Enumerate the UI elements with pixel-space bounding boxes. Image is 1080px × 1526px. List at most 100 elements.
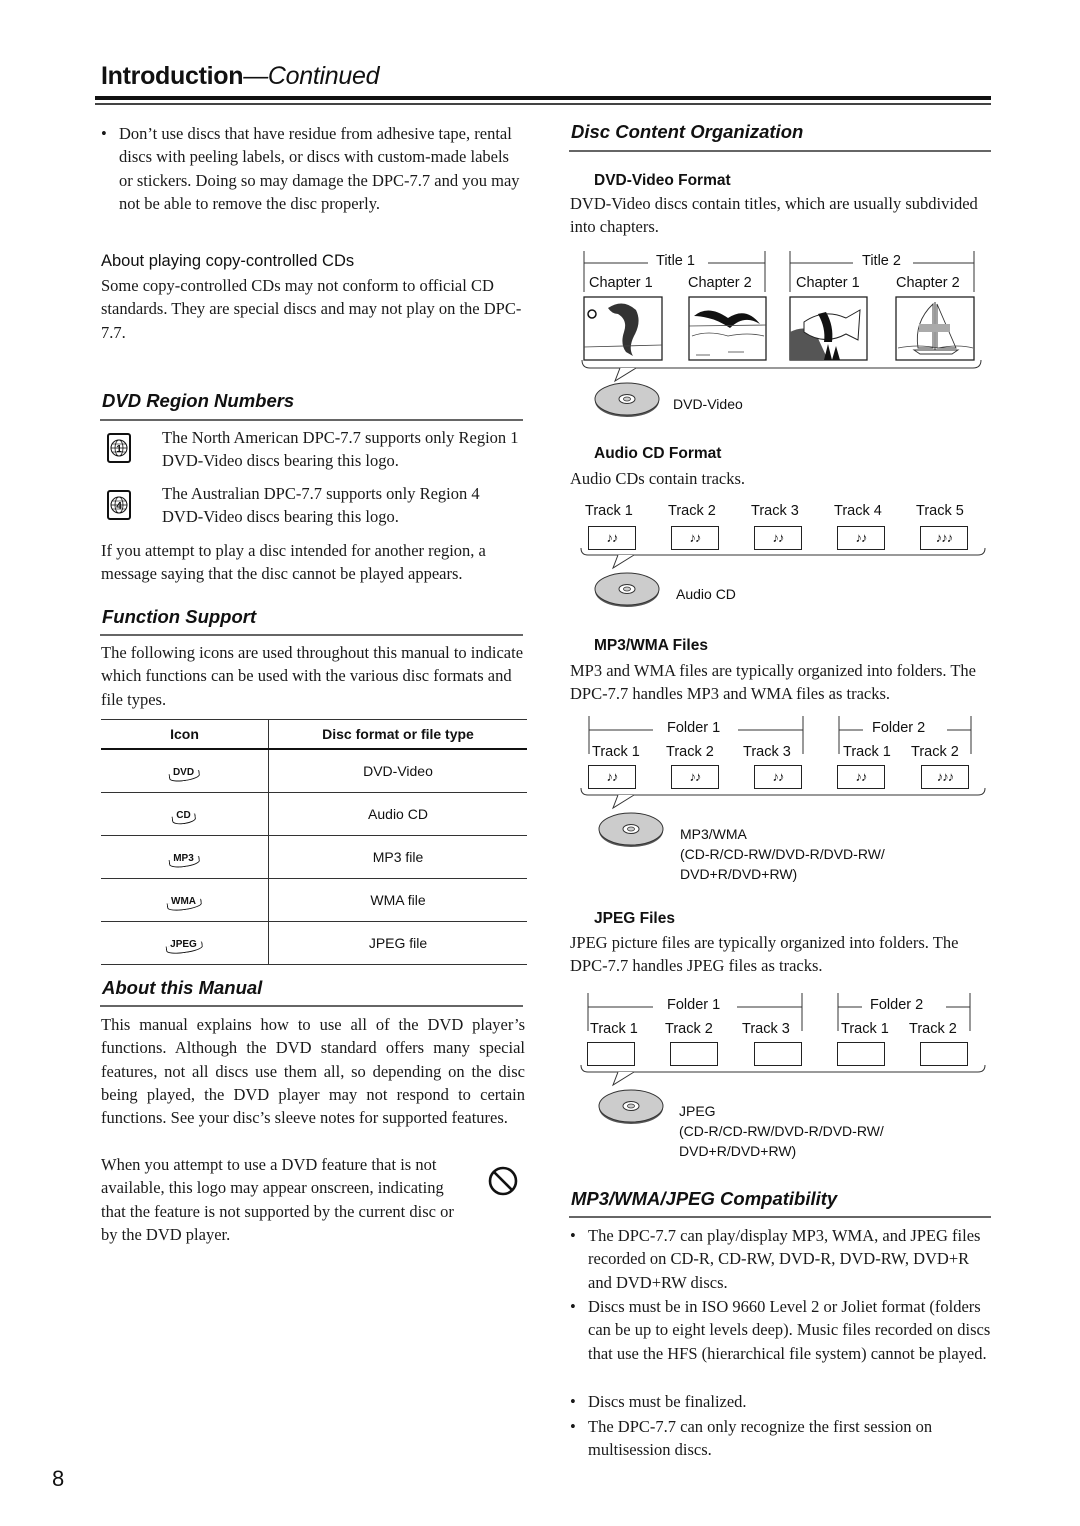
bullet-dot: • <box>101 124 107 143</box>
jpeg-image-box <box>754 1042 802 1066</box>
svg-text:4: 4 <box>116 501 122 512</box>
section-heading-disc-content: Disc Content Organization <box>571 121 804 142</box>
dvd-format-heading: DVD-Video Format <box>594 172 731 189</box>
track-label: Track 1 <box>843 744 891 760</box>
bullet-dot: • <box>570 1297 576 1316</box>
music-notes-icon: ♪♪♪ <box>921 765 969 789</box>
folder-label: Folder 1 <box>667 720 721 736</box>
track-label: Track 2 <box>668 503 716 519</box>
track-label: Track 2 <box>666 744 714 760</box>
prohibited-logo-text: When you attempt to use a DVD feature th… <box>101 1155 454 1244</box>
section-rule <box>100 419 523 421</box>
compat-bullet-text: Discs must be finalized. <box>588 1392 747 1411</box>
jpeg-text: JPEG picture files are typically organiz… <box>570 933 959 976</box>
section-heading-compatibility: MP3/WMA/JPEG Compatibility <box>571 1188 838 1209</box>
jpeg-image-box <box>670 1042 718 1066</box>
track-label: Track 3 <box>743 744 791 760</box>
jpeg-image-box <box>837 1042 885 1066</box>
table-row: DVD DVD-Video <box>101 749 527 793</box>
mp3-wma-heading: MP3/WMA Files <box>594 637 708 654</box>
copy-controlled-text: Some copy-controlled CDs may not conform… <box>101 276 522 342</box>
chapter-label: Chapter 2 <box>896 275 960 291</box>
chapter-label: Chapter 2 <box>688 275 752 291</box>
dvd-format-icon: DVD <box>169 767 200 781</box>
disc-icon <box>597 812 665 853</box>
format-type-cell: WMA file <box>268 878 527 922</box>
section-rule <box>100 634 523 636</box>
about-manual-text: This manual explains how to use all of t… <box>101 1015 525 1128</box>
dvd-disc-label: DVD-Video <box>673 396 743 412</box>
track-label: Track 1 <box>590 1021 638 1037</box>
region-4-globe-icon: 4 <box>107 490 131 520</box>
disc-label-line: (CD-R/CD-RW/DVD-R/DVD-RW/ <box>680 846 885 862</box>
disc-label-line: (CD-R/CD-RW/DVD-R/DVD-RW/ <box>679 1123 884 1139</box>
brace <box>580 787 986 810</box>
format-type-cell: Audio CD <box>268 792 527 836</box>
section-heading-about-manual: About this Manual <box>102 977 263 998</box>
jpeg-heading: JPEG Files <box>594 910 675 927</box>
table-header-row: Icon Disc format or file type <box>101 719 527 750</box>
jpeg-image-box <box>587 1042 635 1066</box>
section-heading-function-support: Function Support <box>102 606 257 627</box>
page-number: 8 <box>52 1466 65 1491</box>
track-label: Track 2 <box>911 744 959 760</box>
track-label: Track 2 <box>909 1021 957 1037</box>
disc-label-line: JPEG <box>679 1103 716 1119</box>
compat-bullet-text: Discs must be in ISO 9660 Level 2 or Jol… <box>588 1297 991 1363</box>
copy-controlled-heading: About playing copy-controlled CDs <box>101 252 355 270</box>
cd-format-icon: CD <box>172 810 196 824</box>
disc-icon <box>593 382 661 423</box>
section-rule <box>569 1216 991 1218</box>
format-type-cell: DVD-Video <box>268 749 527 793</box>
bullet-dot: • <box>570 1226 576 1245</box>
mp3-format-icon: MP3 <box>169 853 200 867</box>
format-type-cell: MP3 file <box>268 835 527 879</box>
section-rule <box>569 150 991 152</box>
compat-bullet: • The DPC-7.7 can only recognize the firs… <box>570 1415 993 1462</box>
folder-label: Folder 2 <box>870 997 924 1013</box>
section-rule <box>100 1005 523 1007</box>
disc-icon <box>593 572 661 613</box>
compat-bullet: • Discs must be in ISO 9660 Level 2 or Jo… <box>570 1295 993 1365</box>
intro-bullet: • Don’t use discs that have residue from… <box>101 122 524 215</box>
dvd-structure-diagram: Title 1 Title 2 Chapter 1 Chapter 2 Chap… <box>578 248 988 393</box>
music-notes-icon: ♪♪ <box>754 765 802 789</box>
jpeg-format-icon: JPEG <box>166 939 203 953</box>
track-label: Track 3 <box>751 503 799 519</box>
folder-label: Folder 2 <box>872 720 926 736</box>
mp3-wma-text: MP3 and WMA files are typically organize… <box>570 661 976 704</box>
compat-bullet-text: The DPC-7.7 can play/display MP3, WMA, a… <box>588 1226 981 1292</box>
table-row: JPEG JPEG file <box>101 921 527 965</box>
title-label: Title 1 <box>656 253 695 269</box>
chapter-label: Chapter 1 <box>796 275 860 291</box>
svg-text:1: 1 <box>116 444 122 455</box>
dvd-format-text: DVD-Video discs contain titles, which ar… <box>570 194 978 237</box>
header-rule-thin <box>95 103 991 105</box>
disc-label-line: DVD+R/DVD+RW) <box>679 1143 797 1159</box>
disc-label-line: DVD+R/DVD+RW) <box>680 866 798 882</box>
disc-label-line: MP3/WMA <box>680 826 747 842</box>
column-header-type: Disc format or file type <box>268 719 527 750</box>
format-type-cell: JPEG file <box>268 921 527 965</box>
compat-bullet-text: The DPC-7.7 can only recognize the first… <box>588 1417 933 1460</box>
audio-cd-disc-label: Audio CD <box>676 586 736 602</box>
jpeg-disc-label: JPEG (CD-R/CD-RW/DVD-R/DVD-RW/ DVD+R/DVD… <box>679 1101 884 1161</box>
table-row: CD Audio CD <box>101 792 527 836</box>
folder-label: Folder 1 <box>667 997 721 1013</box>
wma-format-icon: WMA <box>167 896 202 910</box>
region-1-globe-icon: 1 <box>107 433 131 463</box>
audio-cd-text: Audio CDs contain tracks. <box>570 469 746 488</box>
chapter-label: Chapter 1 <box>589 275 653 291</box>
track-label: Track 5 <box>916 503 964 519</box>
table-row: WMA WMA file <box>101 878 527 922</box>
page-title-main: Introduction <box>101 62 244 90</box>
mp3-disc-label: MP3/WMA (CD-R/CD-RW/DVD-R/DVD-RW/ DVD+R/… <box>680 824 885 884</box>
track-label: Track 1 <box>841 1021 889 1037</box>
intro-bullet-text: Don’t use discs that have residue from a… <box>119 124 520 213</box>
disc-icon <box>597 1089 665 1130</box>
track-label: Track 1 <box>592 744 640 760</box>
table-row: MP3 MP3 file <box>101 835 527 879</box>
jpeg-image-box <box>920 1042 968 1066</box>
track-label: Track 3 <box>742 1021 790 1037</box>
title-label: Title 2 <box>862 253 901 269</box>
